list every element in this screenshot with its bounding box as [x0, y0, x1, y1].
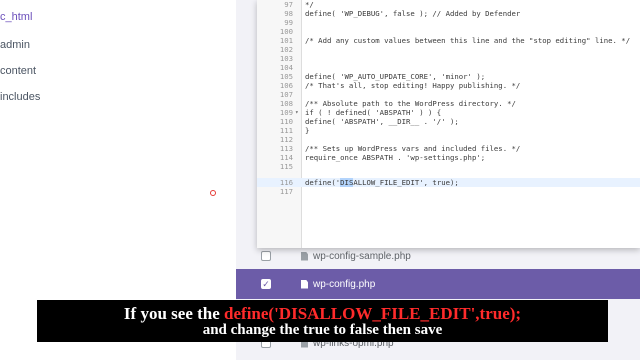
line-number: 105 [279, 72, 293, 81]
code-line[interactable]: 98 define( 'WP_DEBUG', false ); // Added … [257, 9, 640, 18]
line-number: 104 [279, 63, 293, 72]
code-line-current[interactable]: 116 define('DISALLOW_FILE_EDIT', true); [257, 178, 640, 187]
code-line[interactable]: 107 [257, 90, 640, 99]
file-name: wp-config-sample.php [313, 250, 411, 262]
code-text: define( 'WP_DEBUG', false ); // Added by… [305, 9, 521, 18]
code-line[interactable]: 99 [257, 18, 640, 27]
line-number: 111 [279, 126, 293, 135]
code-line[interactable]: 104 [257, 63, 640, 72]
cursor-marker [210, 190, 216, 196]
line-number: 99 [284, 18, 293, 27]
code-text: /* Add any custom values between this li… [305, 36, 631, 45]
tree-item-content[interactable]: content [0, 65, 36, 77]
selected-text: DIS [340, 178, 354, 187]
line-number: 116 [279, 178, 293, 187]
line-number: 101 [279, 36, 293, 45]
line-number: 102 [279, 45, 293, 54]
code-text: } [305, 126, 310, 135]
line-number: 98 [284, 9, 293, 18]
line-number: 107 [279, 90, 293, 99]
code-line[interactable]: 114 require_once ABSPATH . 'wp-settings.p… [257, 153, 640, 162]
fold-arrow-icon[interactable]: ▾ [295, 108, 299, 117]
code-text: /** Absolute path to the WordPress direc… [305, 99, 516, 108]
line-number: 100 [279, 27, 293, 36]
line-number: 117 [279, 187, 293, 196]
code-line[interactable]: 102 [257, 45, 640, 54]
code-text: if ( ! defined( 'ABSPATH' ) ) { [305, 108, 442, 117]
line-number: 113 [279, 144, 293, 153]
line-number: 97 [284, 0, 293, 9]
row-checkbox[interactable] [261, 251, 271, 261]
subtitle-line-1: If you see the define('DISALLOW_FILE_EDI… [37, 304, 608, 324]
code-text: */ [305, 0, 314, 9]
line-number: 109 [279, 108, 293, 117]
file-name: wp-config.php [313, 278, 376, 290]
code-line[interactable]: 97 */ [257, 0, 640, 9]
row-checkbox-checked[interactable]: ✓ [261, 279, 271, 289]
code-line[interactable]: 115 [257, 162, 640, 171]
code-line[interactable]: 117 [257, 187, 640, 196]
code-text: define( 'WP_AUTO_UPDATE_CORE', 'minor' )… [305, 72, 486, 81]
code-line[interactable]: 109 ▾ if ( ! defined( 'ABSPATH' ) ) { [257, 108, 640, 117]
code-line[interactable]: 101 /* Add any custom values between this… [257, 36, 640, 45]
code-line[interactable]: 106 /* That's all, stop editing! Happy pu… [257, 81, 640, 90]
code-text-pre: define(' [305, 178, 341, 187]
code-text: define('DISALLOW_FILE_EDIT', true); [305, 178, 459, 187]
line-number: 115 [279, 162, 293, 171]
code-line[interactable]: 113 /** Sets up WordPress vars and includ… [257, 144, 640, 153]
code-text: define( 'ABSPATH', __DIR__ . '/' ); [305, 117, 459, 126]
line-number: 108 [279, 99, 293, 108]
tree-item-html[interactable]: c_html [0, 11, 32, 23]
line-number: 110 [279, 117, 293, 126]
code-editor[interactable]: 97 */ 98 define( 'WP_DEBUG', false ); // A… [257, 0, 640, 248]
code-line[interactable]: 112 [257, 135, 640, 144]
subtitle-highlight: define('DISALLOW_FILE_EDIT',true); [224, 304, 522, 323]
code-line[interactable]: 103 [257, 54, 640, 63]
code-line[interactable]: 110 define( 'ABSPATH', __DIR__ . '/' ); [257, 117, 640, 126]
line-number: 112 [279, 135, 293, 144]
file-row-selected[interactable]: ✓ wp-config.php [236, 269, 640, 299]
code-text: require_once ABSPATH . 'wp-settings.php'… [305, 153, 486, 162]
subtitle-line-2: and change the true to false then save [202, 322, 443, 338]
code-text-post: ALLOW_FILE_EDIT', true); [353, 178, 459, 187]
line-number: 106 [279, 81, 293, 90]
code-line[interactable]: 108 /** Absolute path to the WordPress di… [257, 99, 640, 108]
code-line[interactable]: 100 [257, 27, 640, 36]
code-line[interactable]: 111} [257, 126, 640, 135]
code-text: /* That's all, stop editing! Happy publi… [305, 81, 521, 90]
tree-item-includes[interactable]: includes [0, 91, 40, 103]
line-number: 103 [279, 54, 293, 63]
file-icon [301, 251, 308, 261]
code-text: /** Sets up WordPress vars and included … [305, 144, 521, 153]
file-icon [301, 279, 308, 289]
subtitle-text: If you see the [123, 304, 225, 323]
code-line[interactable]: 105 define( 'WP_AUTO_UPDATE_CORE', 'minor… [257, 72, 640, 81]
line-number: 114 [279, 153, 293, 162]
tree-item-admin[interactable]: admin [0, 39, 30, 51]
